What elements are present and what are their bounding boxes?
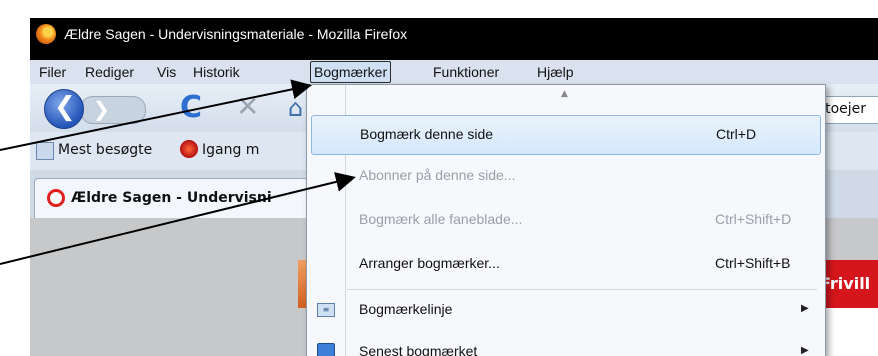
content-panel	[820, 308, 878, 356]
forward-button[interactable]: ❯	[80, 96, 146, 124]
forward-icon: ❯	[93, 97, 110, 121]
back-button[interactable]: ❮	[44, 89, 84, 129]
firefox-window: Ældre Sagen - Undervisningsmateriale - M…	[30, 18, 878, 356]
menu-bar: Filer Rediger Vis Historik Bogmærker Fun…	[30, 60, 878, 84]
menu-item-shortcut: Ctrl+D	[716, 126, 757, 142]
menu-item-subscribe[interactable]: Abonner på denne side...	[311, 157, 819, 195]
menu-vis[interactable]: Vis	[154, 62, 179, 82]
reload-icon[interactable]: C	[180, 90, 202, 125]
back-icon: ❮	[54, 92, 76, 122]
submenu-arrow-icon: ▶	[801, 345, 809, 356]
most-visited-icon	[36, 142, 54, 160]
menu-item-label: Bogmærk denne side	[360, 126, 494, 142]
title-bar: Ældre Sagen - Undervisningsmateriale - M…	[30, 18, 878, 60]
bookmarks-toolbar-icon: ≡	[317, 303, 335, 317]
window-title: Ældre Sagen - Undervisningsmateriale - M…	[64, 26, 408, 42]
menu-filer[interactable]: Filer	[36, 62, 69, 82]
scroll-up-icon[interactable]: ▲	[561, 89, 568, 99]
firefox-icon	[36, 24, 56, 44]
tab-label: Ældre Sagen - Undervisni	[71, 190, 272, 206]
menu-item-label: Bogmærk alle faneblade...	[359, 211, 523, 227]
recent-bookmarks-icon	[317, 343, 335, 356]
menu-bogmaerker[interactable]: Bogmærker	[310, 61, 392, 83]
banner-text: Frivill	[820, 274, 871, 293]
menu-item-recently-bookmarked[interactable]: Senest bogmærket ▶	[311, 333, 819, 356]
menu-item-shortcut: Ctrl+Shift+D	[715, 211, 792, 227]
bookmark-most-visited[interactable]: Mest besøgte	[58, 142, 152, 158]
bookmarks-dropdown-menu: ▲ Bogmærk denne side Ctrl+D Abonner på d…	[306, 84, 826, 356]
menu-item-bookmark-all-tabs[interactable]: Bogmærk alle faneblade... Ctrl+Shift+D	[311, 201, 819, 239]
tab-aeldre-sagen[interactable]: Ældre Sagen - Undervisni	[34, 178, 336, 219]
menu-rediger[interactable]: Rediger	[82, 62, 137, 82]
menu-historik[interactable]: Historik	[190, 62, 243, 82]
menu-funktioner[interactable]: Funktioner	[430, 62, 502, 82]
stop-icon[interactable]: ✕	[236, 90, 259, 123]
menu-item-shortcut: Ctrl+Shift+B	[715, 255, 791, 271]
menu-item-bookmark-page[interactable]: Bogmærk denne side Ctrl+D	[311, 115, 821, 155]
menu-item-label: Bogmærkelinje	[359, 301, 453, 317]
red-banner: Frivill	[820, 260, 878, 308]
getting-started-icon	[180, 140, 198, 158]
menu-item-label: Abonner på denne side...	[359, 167, 516, 183]
menu-item-bookmarks-toolbar[interactable]: ≡ Bogmærkelinje ▶	[311, 291, 819, 329]
submenu-arrow-icon: ▶	[801, 303, 809, 314]
menu-hjaelp[interactable]: Hjælp	[534, 62, 577, 82]
menu-item-label: Arranger bogmærker...	[359, 255, 500, 271]
home-icon[interactable]: ⌂	[288, 94, 303, 122]
menu-item-label: Senest bogmærket	[359, 343, 478, 356]
aeldre-sagen-icon	[47, 189, 65, 207]
menu-separator	[347, 289, 817, 290]
menu-item-organize-bookmarks[interactable]: Arranger bogmærker... Ctrl+Shift+B	[311, 245, 819, 283]
bookmark-getting-started[interactable]: Igang m	[202, 142, 259, 158]
